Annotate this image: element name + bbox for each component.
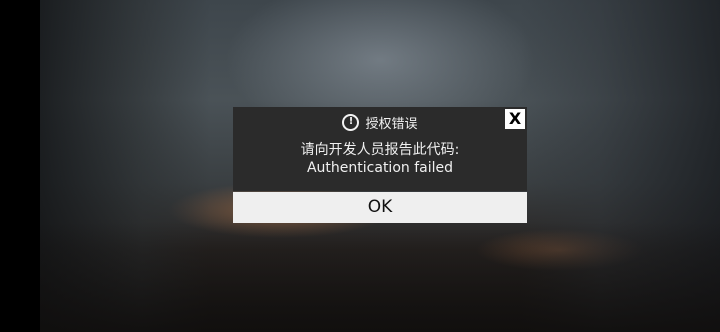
message-line-1: 请向开发人员报告此代码: bbox=[300, 142, 460, 158]
background-ground bbox=[40, 222, 720, 332]
dialog-panel: ! 授权错误 X 请向开发人员报告此代码: Authentication fai… bbox=[233, 107, 527, 191]
dialog-header: ! 授权错误 bbox=[233, 111, 527, 133]
left-black-bar bbox=[0, 0, 40, 332]
dialog-message: 请向开发人员报告此代码: Authentication failed bbox=[233, 141, 527, 177]
alert-circle-icon: ! bbox=[342, 113, 360, 131]
message-line-2: Authentication failed bbox=[306, 160, 453, 176]
dialog-title: 授权错误 bbox=[365, 116, 418, 132]
auth-error-dialog: ! 授权错误 X 请向开发人员报告此代码: Authentication fai… bbox=[233, 107, 527, 225]
ok-button[interactable]: OK bbox=[233, 192, 527, 223]
game-screen: ! 授权错误 X 请向开发人员报告此代码: Authentication fai… bbox=[0, 0, 720, 332]
close-button[interactable]: X bbox=[505, 109, 525, 129]
